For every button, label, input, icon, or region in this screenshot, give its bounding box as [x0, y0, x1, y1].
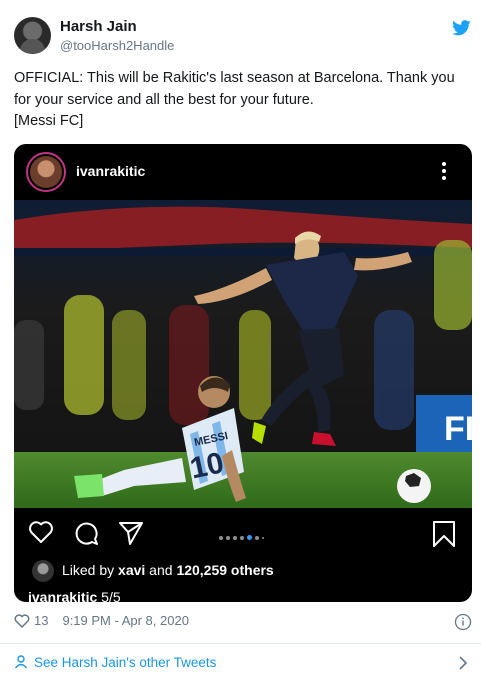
see-other-tweets-label[interactable]: See Harsh Jain's other Tweets	[34, 655, 216, 670]
heart-icon[interactable]	[28, 520, 54, 544]
carousel-dot	[219, 535, 223, 540]
bookmark-icon[interactable]	[432, 520, 456, 548]
more-vertical-icon[interactable]	[439, 160, 449, 182]
carousel-indicator	[219, 529, 267, 541]
author-avatar[interactable]	[14, 17, 51, 54]
liked-by-text: Liked by xavi and 120,259 others	[62, 562, 274, 578]
liked-by-and: and	[145, 562, 177, 578]
tweet-text: OFFICIAL: This will be Rakitic's last se…	[14, 70, 455, 129]
instagram-photo[interactable]: FI MESSI 10	[14, 200, 472, 508]
carousel-dot	[255, 535, 259, 540]
person-icon	[14, 655, 28, 669]
liked-by-prefix: Liked by	[62, 562, 119, 578]
comment-icon[interactable]	[73, 520, 99, 546]
carousel-dot	[240, 535, 244, 540]
heart-icon[interactable]	[14, 614, 30, 628]
banner-text: FI	[444, 410, 472, 448]
caption-username[interactable]: ivanrakitic	[28, 589, 97, 602]
paper-plane-icon[interactable]	[118, 520, 144, 546]
divider	[0, 643, 481, 644]
embedded-tweet: Harsh Jain @tooHarsh2Handle OFFICIAL: Th…	[0, 0, 481, 679]
tweet-meta: 13 9:19 PM - Apr 8, 2020	[14, 613, 189, 628]
liked-by-avatar[interactable]	[32, 560, 54, 582]
like-count[interactable]: 13	[34, 613, 48, 628]
instagram-username[interactable]: ivanrakitic	[76, 163, 145, 179]
tweet-timestamp[interactable]: 9:19 PM - Apr 8, 2020	[62, 613, 188, 628]
instagram-embed[interactable]: ivanrakitic FI MESSI 10 Liked by xavi an…	[14, 144, 472, 602]
jersey-number: 10	[187, 446, 227, 485]
twitter-bird-icon[interactable]	[452, 20, 471, 36]
liked-by-user[interactable]: xavi	[118, 562, 145, 578]
caption-text: 5/5	[97, 589, 121, 602]
author-handle[interactable]: @tooHarsh2Handle	[60, 38, 174, 53]
instagram-caption: ivanrakitic 5/5	[28, 589, 121, 602]
info-icon[interactable]	[454, 613, 472, 631]
carousel-dot	[226, 535, 230, 540]
see-other-tweets-link[interactable]: See Harsh Jain's other Tweets	[14, 655, 216, 670]
instagram-avatar[interactable]	[26, 152, 66, 192]
carousel-dot	[233, 535, 237, 540]
chevron-right-icon[interactable]	[458, 656, 468, 670]
carousel-dot	[262, 536, 264, 539]
liked-by-count[interactable]: 120,259 others	[176, 562, 273, 578]
author-name[interactable]: Harsh Jain	[60, 18, 137, 35]
